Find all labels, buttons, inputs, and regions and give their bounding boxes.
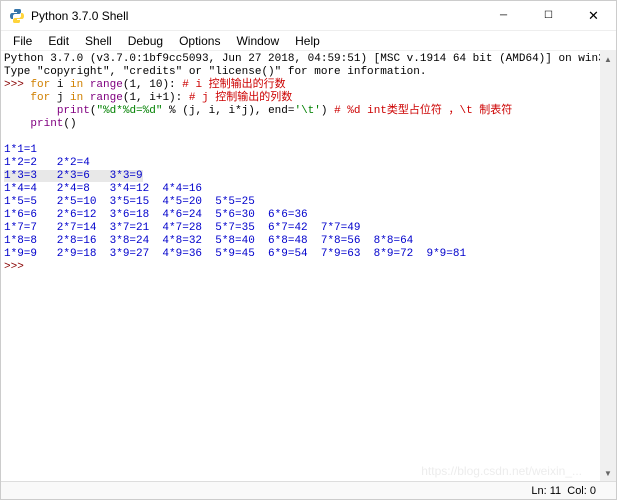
scroll-up-icon[interactable]: ▲ — [600, 51, 616, 67]
scroll-down-icon[interactable]: ▼ — [600, 465, 616, 481]
output-row: 1*7=7 2*7=14 3*7=21 4*7=28 5*7=35 6*7=42… — [4, 222, 360, 234]
close-button[interactable]: ✕ — [571, 1, 616, 30]
output-row: 1*2=2 2*2=4 — [4, 157, 90, 169]
keyword-for: for — [30, 79, 50, 91]
string-literal: "%d*%d=%d" — [96, 105, 162, 117]
keyword-in: in — [70, 92, 83, 104]
menu-debug[interactable]: Debug — [120, 32, 171, 50]
menu-options[interactable]: Options — [171, 32, 228, 50]
builtin-range: range — [83, 79, 123, 91]
menu-shell[interactable]: Shell — [77, 32, 120, 50]
output-row: 1*1=1 — [4, 144, 37, 156]
output-row: 1*8=8 2*8=16 3*8=24 4*8=32 5*8=40 6*8=48… — [4, 235, 413, 247]
menubar: File Edit Shell Debug Options Window Hel… — [1, 31, 616, 51]
string-literal: '\t' — [294, 105, 320, 117]
minimize-button[interactable]: ─ — [481, 1, 526, 30]
menu-help[interactable]: Help — [287, 32, 328, 50]
col-indicator: Col: 0 — [567, 485, 596, 497]
menu-window[interactable]: Window — [228, 32, 287, 50]
builtin-print: print — [30, 118, 63, 130]
builtin-print: print — [57, 105, 90, 117]
menu-file[interactable]: File — [5, 32, 40, 50]
line-indicator: Ln: 11 — [531, 485, 561, 497]
python-icon — [9, 8, 25, 24]
output-row: 1*3=3 2*3=6 3*3=9 — [4, 170, 143, 182]
comment: # %d int类型占位符 ，\t 制表符 — [334, 105, 512, 117]
output-row: 1*4=4 2*4=8 3*4=12 4*4=16 — [4, 183, 202, 195]
titlebar: Python 3.7.0 Shell ─ ☐ ✕ — [1, 1, 616, 31]
output-row: 1*5=5 2*5=10 3*5=15 4*5=20 5*5=25 — [4, 196, 255, 208]
builtin-range: range — [83, 92, 123, 104]
vertical-scrollbar[interactable]: ▲ ▼ — [600, 51, 616, 481]
banner-line: Python 3.7.0 (v3.7.0:1bf9cc5093, Jun 27 … — [4, 53, 600, 65]
output-row: 1*9=9 2*9=18 3*9=27 4*9=36 5*9=45 6*9=54… — [4, 248, 466, 260]
maximize-button[interactable]: ☐ — [526, 1, 571, 30]
output-row: 1*6=6 2*6=12 3*6=18 4*6=24 5*6=30 6*6=36 — [4, 209, 308, 221]
comment: # j 控制输出的列数 — [189, 92, 292, 104]
prompt: >>> — [4, 79, 30, 91]
watermark: https://blog.csdn.net/weixin_... — [421, 465, 582, 478]
comment: # i 控制输出的行数 — [182, 79, 285, 91]
keyword-in: in — [70, 79, 83, 91]
menu-edit[interactable]: Edit — [40, 32, 77, 50]
prompt: >>> — [4, 261, 30, 273]
window-controls: ─ ☐ ✕ — [481, 1, 616, 30]
window-title: Python 3.7.0 Shell — [31, 9, 481, 23]
banner-line: Type "copyright", "credits" or "license(… — [4, 66, 426, 78]
shell-content[interactable]: Python 3.7.0 (v3.7.0:1bf9cc5093, Jun 27 … — [1, 51, 600, 481]
statusbar: Ln: 11 Col: 0 — [1, 481, 616, 499]
keyword-for: for — [30, 92, 50, 104]
